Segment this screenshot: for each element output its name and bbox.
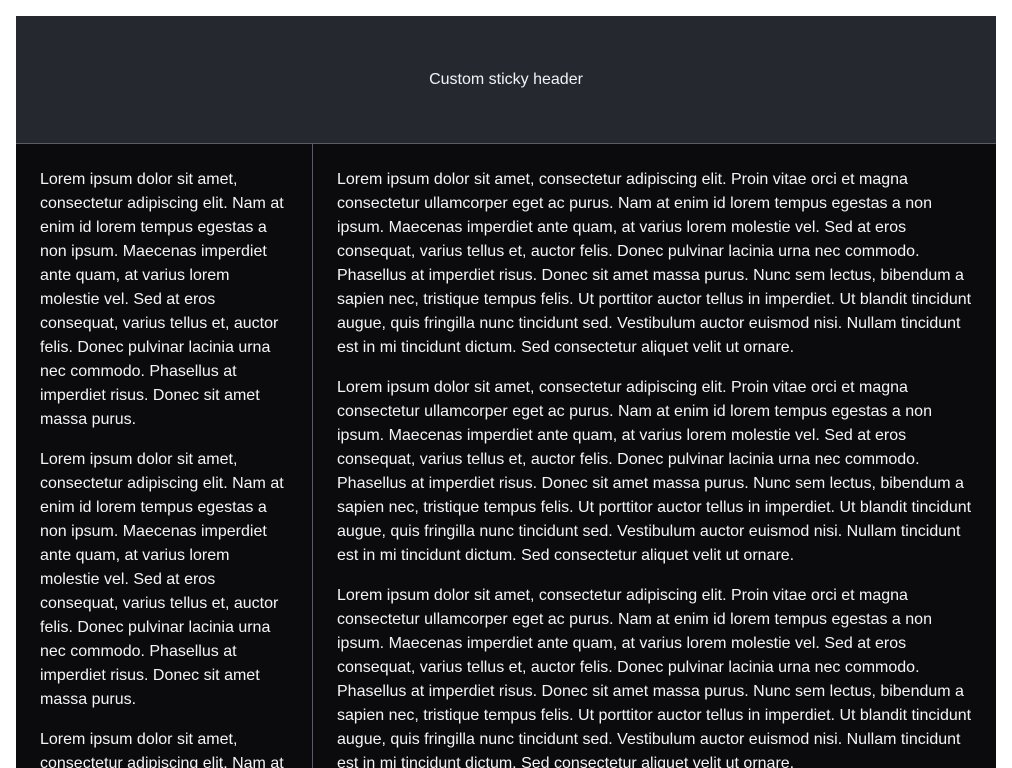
content-columns: Lorem ipsum dolor sit amet, consectetur … [16,144,996,768]
sticky-header: Custom sticky header [16,16,996,144]
left-paragraph: Lorem ipsum dolor sit amet, consectetur … [40,731,284,768]
scroll-container[interactable]: Custom sticky header Lorem ipsum dolor s… [16,16,996,768]
right-paragraph: Lorem ipsum dolor sit amet, consectetur … [337,379,972,564]
right-column: Lorem ipsum dolor sit amet, consectetur … [313,144,996,768]
left-paragraph: Lorem ipsum dolor sit amet, consectetur … [40,451,284,708]
right-paragraph: Lorem ipsum dolor sit amet, consectetur … [337,587,972,768]
left-paragraph: Lorem ipsum dolor sit amet, consectetur … [40,171,284,428]
left-column: Lorem ipsum dolor sit amet, consectetur … [16,144,313,768]
header-title: Custom sticky header [429,70,583,88]
right-paragraph: Lorem ipsum dolor sit amet, consectetur … [337,171,972,356]
